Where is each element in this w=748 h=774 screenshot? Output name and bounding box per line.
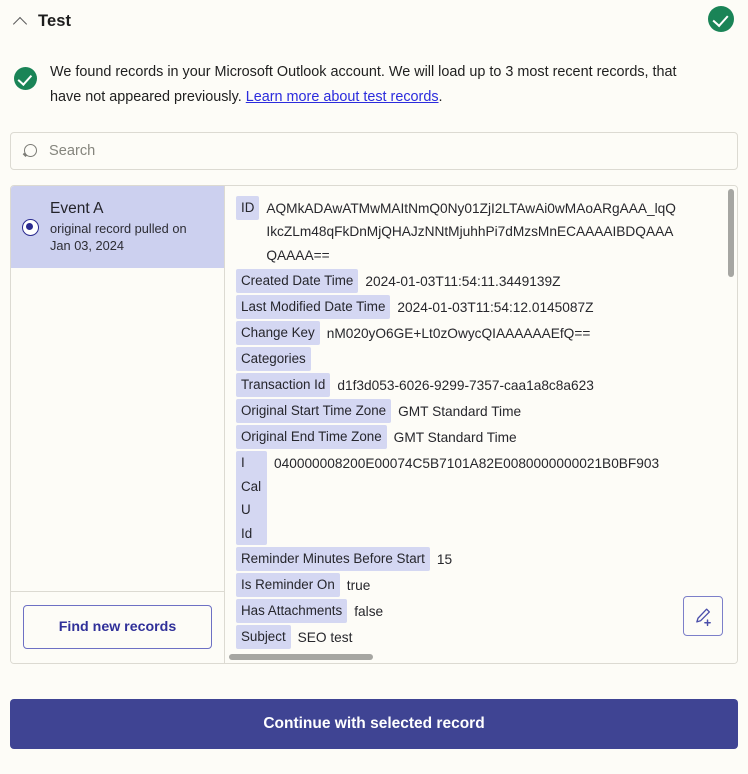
record-field-key: Categories [236,347,311,371]
record-field-value: SEO test [297,629,353,645]
record-field-value: nM020yO6GE+Lt0zOwycQIAAAAAAEfQ== [326,325,591,341]
notice-text: We found records in your Microsoft Outlo… [50,60,710,110]
record-subtitle-line2: Jan 03, 2024 [50,238,125,254]
record-field-row: Subject SEO test [236,625,721,649]
list-item[interactable]: Event A original record pulled on Jan 03… [11,186,224,269]
search-input[interactable] [49,143,725,159]
record-title: Event A [50,200,104,217]
step-status-badge [708,5,734,37]
find-new-records-button[interactable]: Find new records [23,605,212,649]
detail-vertical-scrollbar-thumb[interactable] [728,189,734,277]
notice-text-after: . [438,89,443,105]
record-field-value: 2024-01-03T11:54:11.3449139Z [365,273,561,289]
record-field-key: Original Start Time Zone [236,399,392,423]
record-field-key: Original End Time Zone [236,425,387,449]
record-field-row: Change Key nM020yO6GE+Lt0zOwycQIAAAAAAEfQ… [236,321,721,345]
records-container: Event A original record pulled on Jan 03… [10,185,738,664]
detail-horizontal-scrollbar-thumb[interactable] [229,654,373,660]
learn-more-link[interactable]: Learn more about test records [246,89,439,105]
record-field-key: Has Attachments [236,599,348,623]
record-field-row: Original Start Time Zone GMT Standard Tim… [236,399,721,423]
record-field-key: Reminder Minutes Before Start [236,547,430,571]
success-notice: We found records in your Microsoft Outlo… [10,38,738,110]
record-field-row: I Cal U Id 040000008200E00074C5B7101A82E0… [236,451,721,545]
record-field-value: GMT Standard Time [398,403,522,419]
test-step-panel: Test We found records in your Microsoft … [0,4,748,774]
edit-record-button[interactable] [683,596,723,636]
notice-status-icon [14,67,37,95]
record-field-key: Transaction Id [236,373,331,397]
record-field-key: Is Reminder On [236,573,340,597]
record-subtitle-line1: original record pulled on [50,221,187,237]
record-field-key: Created Date Time [236,269,359,293]
record-field-row: ID AQMkADAwATMwMAItNmQ0Ny01ZjI2LTAwAi0wMA… [236,196,721,267]
record-field-value: false [354,603,384,619]
record-meta: Event A original record pulled on Jan 03… [50,199,187,255]
record-field-row: Has Attachments false [236,599,721,623]
record-field-row: Last Modified Date Time 2024-01-03T11:54:… [236,295,721,319]
continue-with-selected-record-button[interactable]: Continue with selected record [10,699,738,749]
record-fields-list: ID AQMkADAwATMwMAItNmQ0Ny01ZjI2LTAwAi0wMA… [225,186,737,649]
record-field-row: Is Reminder On true [236,573,721,597]
record-field-row: Reminder Minutes Before Start 15 [236,547,721,571]
record-field-row: Created Date Time 2024-01-03T11:54:11.344… [236,269,721,293]
check-circle-icon [708,5,734,32]
chevron-up-icon[interactable] [12,12,30,30]
record-field-key: Subject [236,625,291,649]
record-field-key: Last Modified Date Time [236,295,391,319]
record-field-key: ID [236,196,260,220]
record-field-value: GMT Standard Time [393,429,517,445]
record-field-value: 2024-01-03T11:54:12.0145087Z [397,299,594,315]
record-detail-panel: ID AQMkADAwATMwMAItNmQ0Ny01ZjI2LTAwAi0wMA… [225,186,737,663]
record-field-row: Categories [236,347,721,371]
record-field-key: I Cal U Id [236,451,267,545]
record-list-scroll: Event A original record pulled on Jan 03… [11,186,224,591]
pencil-plus-icon [695,607,711,626]
record-field-value: true [346,577,371,593]
record-field-row: Transaction Id d1f3d053-6026-9299-7357-ca… [236,373,721,397]
record-field-key: Change Key [236,321,320,345]
record-radio-button[interactable] [22,218,39,236]
detail-vertical-scrollbar[interactable] [728,189,734,660]
search-icon [23,143,38,159]
record-field-row: Original End Time Zone GMT Standard Time [236,425,721,449]
record-list-panel: Event A original record pulled on Jan 03… [11,186,225,663]
step-header: Test [10,4,738,38]
record-field-value: 15 [436,551,453,567]
record-field-value: d1f3d053-6026-9299-7357-caa1a8c8a623 [337,377,594,393]
record-field-value: 040000008200E00074C5B7101A82E00800000000… [274,455,660,471]
search-bar[interactable] [10,132,738,170]
record-list-footer: Find new records [11,591,224,663]
record-field-value: AQMkADAwATMwMAItNmQ0Ny01ZjI2LTAwAi0wMAoA… [266,200,676,263]
detail-horizontal-scrollbar[interactable] [229,654,725,660]
page-title: Test [38,11,72,30]
check-circle-icon [14,67,37,90]
